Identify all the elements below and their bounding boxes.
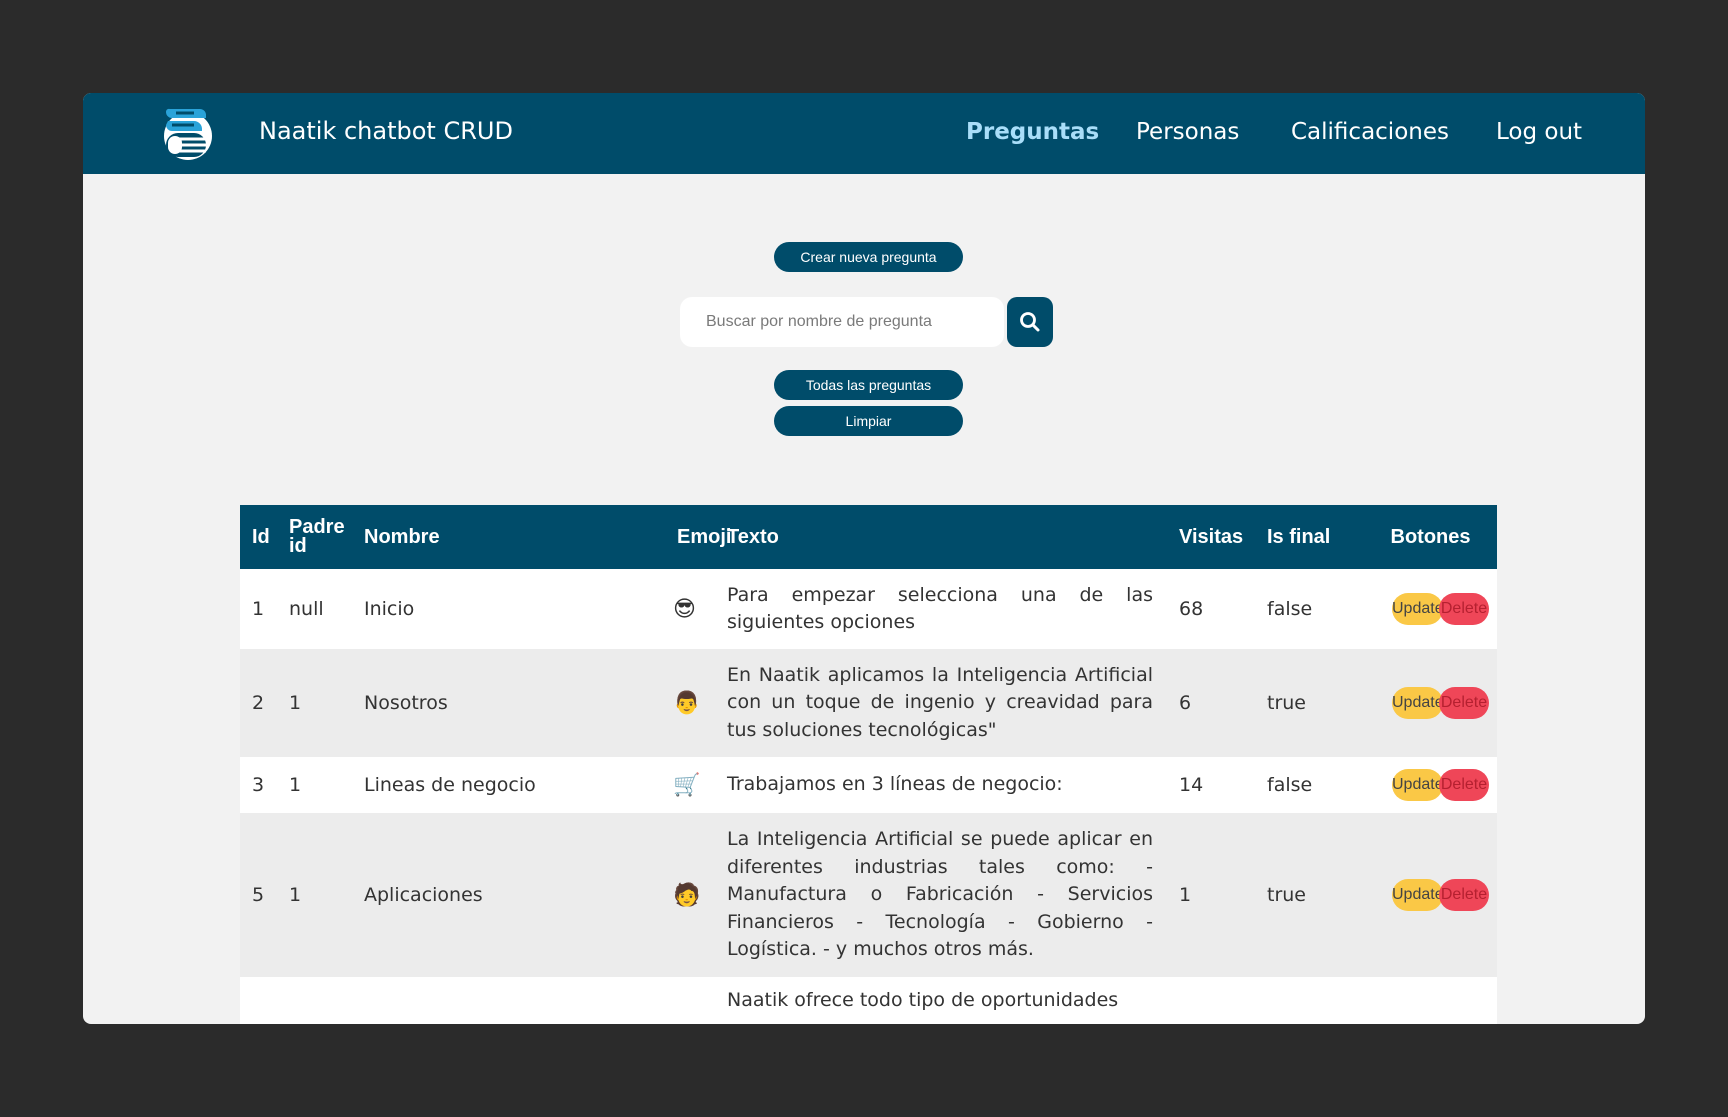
header-emoji: Emoji	[677, 525, 732, 548]
table-header-row: Id Padre id Nombre Emoji Texto Visitas I…	[240, 505, 1497, 569]
cell-padre-id: null	[289, 598, 324, 620]
cell-botones: UpdateDelete	[1364, 813, 1497, 977]
table-row: Naatik ofrece todo tipo de oportunidades	[240, 977, 1497, 1024]
cell-visitas: 14	[1179, 774, 1204, 796]
header-padre-label: Padre id	[289, 516, 345, 557]
questions-table: Id Padre id Nombre Emoji Texto Visitas I…	[240, 505, 1497, 1024]
header-visitas: Visitas	[1179, 525, 1244, 548]
cell-visitas: 6	[1179, 692, 1192, 714]
delete-button[interactable]: Delete	[1439, 687, 1489, 719]
header-texto: Texto	[727, 525, 779, 548]
header-botones: Botones	[1390, 525, 1471, 548]
cell-is-final: false	[1267, 774, 1313, 796]
cell-nombre: Nosotros	[364, 692, 448, 714]
cell-padre-id: 1	[289, 692, 302, 714]
table-row: 1 null Inicio 😎 Para empezar selecciona …	[240, 569, 1497, 649]
cell-botones: UpdateDelete	[1364, 569, 1497, 649]
app-window: Naatik chatbot CRUD Preguntas Personas C…	[83, 93, 1645, 1024]
cell-nombre: Inicio	[364, 598, 415, 620]
delete-button[interactable]: Delete	[1439, 593, 1489, 625]
search-icon	[1020, 312, 1040, 332]
navbar: Naatik chatbot CRUD Preguntas Personas C…	[83, 93, 1645, 174]
cell-id: 2	[252, 692, 265, 714]
cell-id: 3	[252, 774, 265, 796]
header-nombre: Nombre	[364, 525, 440, 548]
cell-nombre: Aplicaciones	[364, 884, 483, 906]
cell-padre-id: 1	[289, 884, 302, 906]
cell-emoji	[665, 977, 727, 1024]
all-questions-button[interactable]: Todas las preguntas	[774, 370, 963, 400]
cell-emoji: 🧑	[673, 882, 701, 908]
cell-texto: En Naatik aplicamos la Inteligencia Arti…	[727, 663, 1153, 741]
cell-id: 5	[252, 884, 265, 906]
table-row: 5 1 Aplicaciones 🧑 La Inteligencia Artif…	[240, 813, 1497, 977]
cell-texto: Naatik ofrece todo tipo de oportunidades	[727, 989, 1119, 1011]
delete-button[interactable]: Delete	[1439, 769, 1489, 801]
cell-nombre: Lineas de negocio	[364, 774, 536, 796]
cell-is-final	[1255, 977, 1364, 1024]
create-question-button[interactable]: Crear nueva pregunta	[774, 242, 963, 272]
cell-botones	[1364, 977, 1497, 1024]
cell-texto: Trabajamos en 3 líneas de negocio:	[727, 773, 1063, 796]
update-button[interactable]: Update	[1392, 687, 1444, 719]
cell-padre-id	[277, 977, 352, 1024]
update-button[interactable]: Update	[1392, 879, 1444, 911]
cell-padre-id: 1	[289, 774, 302, 796]
cell-nombre	[352, 977, 665, 1024]
cell-texto: La Inteligencia Artificial se puede apli…	[727, 828, 1153, 961]
delete-button[interactable]: Delete	[1439, 879, 1489, 911]
cell-visitas	[1167, 977, 1255, 1024]
header-id: Id	[252, 525, 270, 548]
cell-visitas: 1	[1179, 884, 1192, 906]
header-is-final: Is final	[1267, 525, 1331, 548]
naatik-logo-icon[interactable]	[162, 103, 214, 161]
cell-emoji: 🛒	[673, 772, 701, 798]
nav-link-logout[interactable]: Log out	[1496, 116, 1582, 148]
nav-link-personas[interactable]: Personas	[1136, 116, 1239, 148]
cell-is-final: true	[1267, 884, 1306, 906]
nav-link-calificaciones[interactable]: Calificaciones	[1291, 116, 1449, 148]
cell-is-final: false	[1267, 598, 1313, 620]
header-padre-id: Padre id	[277, 505, 352, 569]
cell-emoji: 👨	[673, 690, 701, 716]
clear-button[interactable]: Limpiar	[774, 406, 963, 436]
cell-emoji: 😎	[673, 596, 696, 622]
brand-title: Naatik chatbot CRUD	[259, 117, 513, 145]
cell-is-final: true	[1267, 692, 1306, 714]
cell-visitas: 68	[1179, 598, 1204, 620]
cell-texto: Para empezar selecciona una de las sigui…	[727, 583, 1153, 634]
search-button[interactable]	[1007, 297, 1053, 347]
nav-link-preguntas[interactable]: Preguntas	[966, 116, 1099, 148]
search-bar	[680, 297, 1090, 347]
cell-id	[240, 977, 277, 1024]
search-input[interactable]	[680, 297, 1004, 347]
table-row: 3 1 Lineas de negocio 🛒 Trabajamos en 3 …	[240, 757, 1497, 813]
cell-id: 1	[252, 598, 265, 620]
update-button[interactable]: Update	[1392, 593, 1444, 625]
cell-botones: UpdateDelete	[1364, 649, 1497, 757]
cell-botones: UpdateDelete	[1364, 757, 1497, 813]
update-button[interactable]: Update	[1392, 769, 1444, 801]
table-row: 2 1 Nosotros 👨 En Naatik aplicamos la In…	[240, 649, 1497, 757]
